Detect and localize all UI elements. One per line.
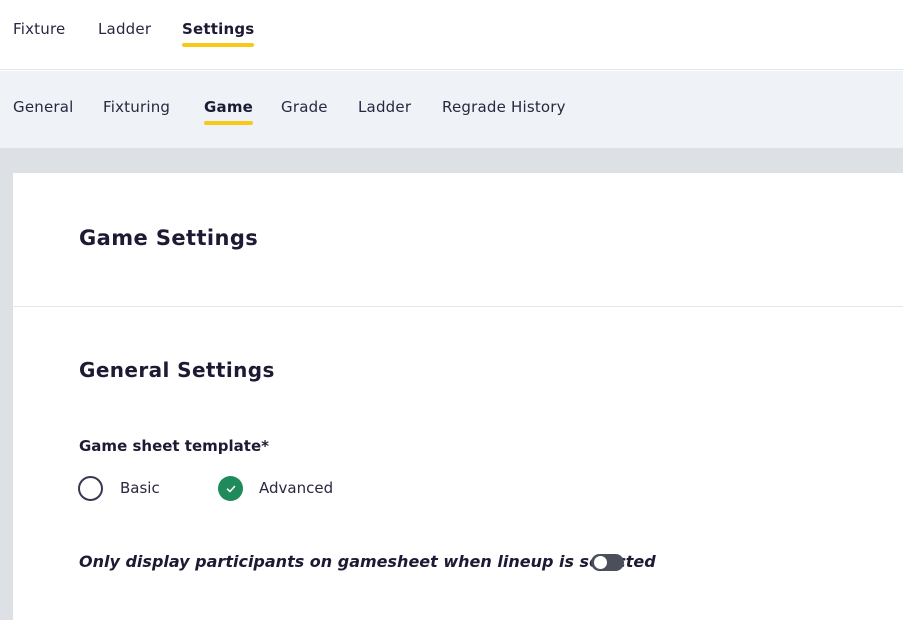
sub-tab-game[interactable]: Game	[204, 98, 254, 125]
content-gutter	[0, 173, 13, 620]
card-divider	[13, 306, 903, 307]
sub-tab-grade[interactable]: Grade	[281, 98, 328, 116]
lineup-toggle-switch[interactable]	[591, 554, 624, 571]
radio-basic[interactable]	[78, 476, 103, 501]
page-title: Game Settings	[79, 226, 259, 250]
radio-basic-label[interactable]: Basic	[120, 479, 160, 497]
tab-fixture[interactable]: Fixture	[13, 20, 65, 38]
toggle-knob	[594, 556, 607, 569]
content-background	[0, 148, 903, 173]
sub-tab-ladder[interactable]: Ladder	[358, 98, 411, 116]
section-title: General Settings	[79, 358, 275, 382]
sub-tab-fixturing[interactable]: Fixturing	[103, 98, 170, 116]
sub-tab-general[interactable]: General	[13, 98, 74, 116]
lineup-toggle-label: Only display participants on gamesheet w…	[79, 552, 656, 571]
game-sheet-template-label: Game sheet template*	[79, 437, 269, 455]
tab-ladder[interactable]: Ladder	[98, 20, 151, 38]
top-tab-bar: Fixture Ladder Settings	[0, 0, 903, 70]
radio-advanced-label[interactable]: Advanced	[259, 479, 333, 497]
sub-tab-regrade-history[interactable]: Regrade History	[442, 98, 566, 116]
radio-advanced[interactable]	[218, 476, 243, 501]
checkmark-icon	[226, 485, 235, 492]
tab-settings[interactable]: Settings	[182, 20, 255, 47]
settings-sub-tab-bar: General Fixturing Game Grade Ladder Regr…	[0, 71, 903, 148]
